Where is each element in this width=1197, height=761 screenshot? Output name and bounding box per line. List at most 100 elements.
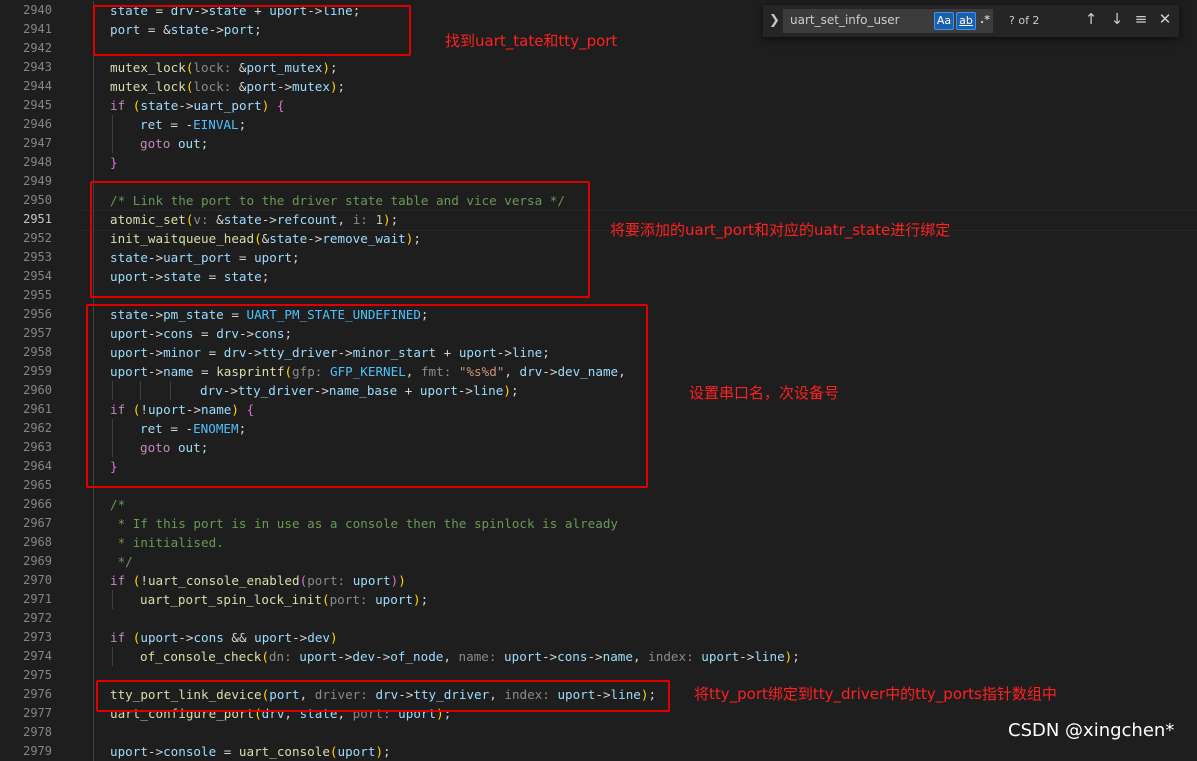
code-token: name bbox=[602, 649, 633, 664]
code-line[interactable]: uport->console = uart_console(uport); bbox=[110, 742, 391, 761]
code-line[interactable]: ret = -EINVAL; bbox=[140, 115, 246, 134]
line-number: 2975 bbox=[23, 668, 52, 682]
line-number: 2962 bbox=[23, 421, 52, 435]
code-token: mutex_lock bbox=[110, 79, 186, 94]
indent-guide bbox=[93, 628, 94, 647]
indent-guide bbox=[112, 134, 113, 153]
code-token: ; bbox=[420, 592, 429, 607]
code-token: ( bbox=[321, 592, 330, 607]
code-token: = bbox=[216, 744, 239, 759]
line-number: 2944 bbox=[23, 79, 52, 93]
code-token: of_console_check bbox=[140, 649, 262, 664]
code-token: EINVAL bbox=[193, 117, 239, 132]
code-token: ) bbox=[398, 573, 406, 588]
line-number: 2955 bbox=[23, 288, 52, 302]
code-token: /* bbox=[110, 497, 126, 512]
code-line[interactable]: * initialised. bbox=[110, 533, 224, 552]
code-token: if bbox=[110, 573, 126, 588]
code-line[interactable]: * If this port is in use as a console th… bbox=[110, 514, 618, 533]
code-line[interactable]: mutex_lock(lock: &port_mutex); bbox=[110, 58, 338, 77]
code-token: uart_port_spin_lock_init bbox=[140, 592, 322, 607]
indent-guide bbox=[112, 647, 113, 666]
code-line[interactable]: goto out; bbox=[140, 134, 208, 153]
code-token: mutex_lock bbox=[110, 60, 186, 75]
watermark: CSDN @xingchen* bbox=[1008, 720, 1175, 741]
line-number: 2964 bbox=[23, 459, 52, 473]
code-token: uport bbox=[140, 630, 179, 645]
code-line[interactable]: } bbox=[110, 153, 118, 172]
whole-word-button[interactable]: ab bbox=[956, 12, 976, 30]
code-line[interactable]: if (uport->cons && uport->dev) bbox=[110, 628, 338, 647]
line-number: 2978 bbox=[23, 725, 52, 739]
code-token: ) bbox=[322, 60, 330, 75]
code-line[interactable]: */ bbox=[110, 552, 133, 571]
line-number-gutter: 2940 2941 2942 2943 2944 2945 2946 2947 2948 2949… bbox=[0, 0, 60, 758]
match-case-button[interactable]: Aa bbox=[934, 12, 954, 30]
code-line[interactable]: of_console_check(dn: uport->dev->of_node… bbox=[140, 647, 800, 666]
code-token: uport bbox=[337, 744, 376, 759]
find-widget: ❯ Aa ab .* ? of 2 ↑ ↓ ≡ ✕ bbox=[763, 5, 1179, 37]
code-token: * If this port is in use as a console th… bbox=[110, 516, 618, 531]
line-number: 2965 bbox=[23, 478, 52, 492]
code-token: -> bbox=[178, 98, 194, 113]
code-token: -> bbox=[587, 649, 603, 664]
code-token: */ bbox=[110, 554, 133, 569]
code-token: port bbox=[246, 79, 277, 94]
indent-guide bbox=[112, 115, 113, 134]
code-token: line bbox=[754, 649, 785, 664]
annotation-text-2: 将要添加的uart_port和对应的uatr_state进行绑定 bbox=[610, 221, 951, 239]
code-token: ( bbox=[261, 649, 269, 664]
code-token: uport bbox=[352, 573, 391, 588]
code-token: -> bbox=[739, 649, 755, 664]
line-number: 2960 bbox=[23, 383, 52, 397]
code-token: uart_console_enabled bbox=[147, 573, 300, 588]
code-token: -> bbox=[178, 630, 194, 645]
code-token: uport bbox=[254, 630, 293, 645]
code-line[interactable]: if (state->uart_port) { bbox=[110, 96, 284, 115]
next-match-down-arrow-icon[interactable]: ↓ bbox=[1108, 10, 1126, 28]
find-in-selection-icon[interactable]: ≡ bbox=[1132, 10, 1150, 28]
code-token: ret bbox=[140, 117, 163, 132]
indent-guide bbox=[93, 514, 94, 533]
code-line[interactable]: if (!uart_console_enabled(port: uport)) bbox=[110, 571, 406, 590]
code-token: uport bbox=[504, 649, 542, 664]
regex-button[interactable]: .* bbox=[978, 12, 992, 28]
previous-match-up-arrow-icon[interactable]: ↑ bbox=[1082, 10, 1100, 28]
toggle-replace-chevron-icon[interactable]: ❯ bbox=[769, 13, 780, 28]
code-line[interactable]: /* bbox=[110, 495, 125, 514]
line-number: 2969 bbox=[23, 554, 52, 568]
code-token: index: bbox=[648, 649, 702, 664]
code-token: port: bbox=[307, 573, 353, 588]
find-input[interactable] bbox=[790, 12, 930, 28]
code-token: ( bbox=[329, 744, 338, 759]
find-input-box[interactable]: Aa ab .* bbox=[783, 9, 993, 33]
code-token: & bbox=[238, 60, 247, 75]
indent-guide bbox=[93, 590, 94, 609]
indent-guide bbox=[93, 742, 94, 761]
annotation-text-1: 找到uart_tate和tty_port bbox=[445, 32, 618, 50]
line-number: 2949 bbox=[23, 174, 52, 188]
line-number: 2947 bbox=[23, 136, 52, 150]
code-token: ; bbox=[792, 649, 800, 664]
code-token: ! bbox=[140, 573, 148, 588]
indent-guide bbox=[93, 58, 94, 77]
close-icon[interactable]: ✕ bbox=[1156, 10, 1174, 28]
code-line[interactable]: mutex_lock(lock: &port->mutex); bbox=[110, 77, 345, 96]
line-number: 2954 bbox=[23, 269, 52, 283]
code-token: lock: bbox=[193, 79, 239, 94]
code-token: -> bbox=[147, 744, 164, 759]
code-token: ; bbox=[383, 744, 391, 759]
indent-guide bbox=[93, 495, 94, 514]
indent-guide bbox=[93, 666, 94, 685]
code-token: , bbox=[443, 649, 459, 664]
code-token: dev bbox=[307, 630, 330, 645]
code-line[interactable]: uart_port_spin_lock_init(port: uport); bbox=[140, 590, 428, 609]
match-count: ? of 2 bbox=[1009, 14, 1040, 27]
code-token: goto bbox=[140, 136, 171, 151]
code-token: ) bbox=[413, 592, 421, 607]
code-token: out bbox=[177, 136, 201, 151]
line-number: 2956 bbox=[23, 307, 52, 321]
